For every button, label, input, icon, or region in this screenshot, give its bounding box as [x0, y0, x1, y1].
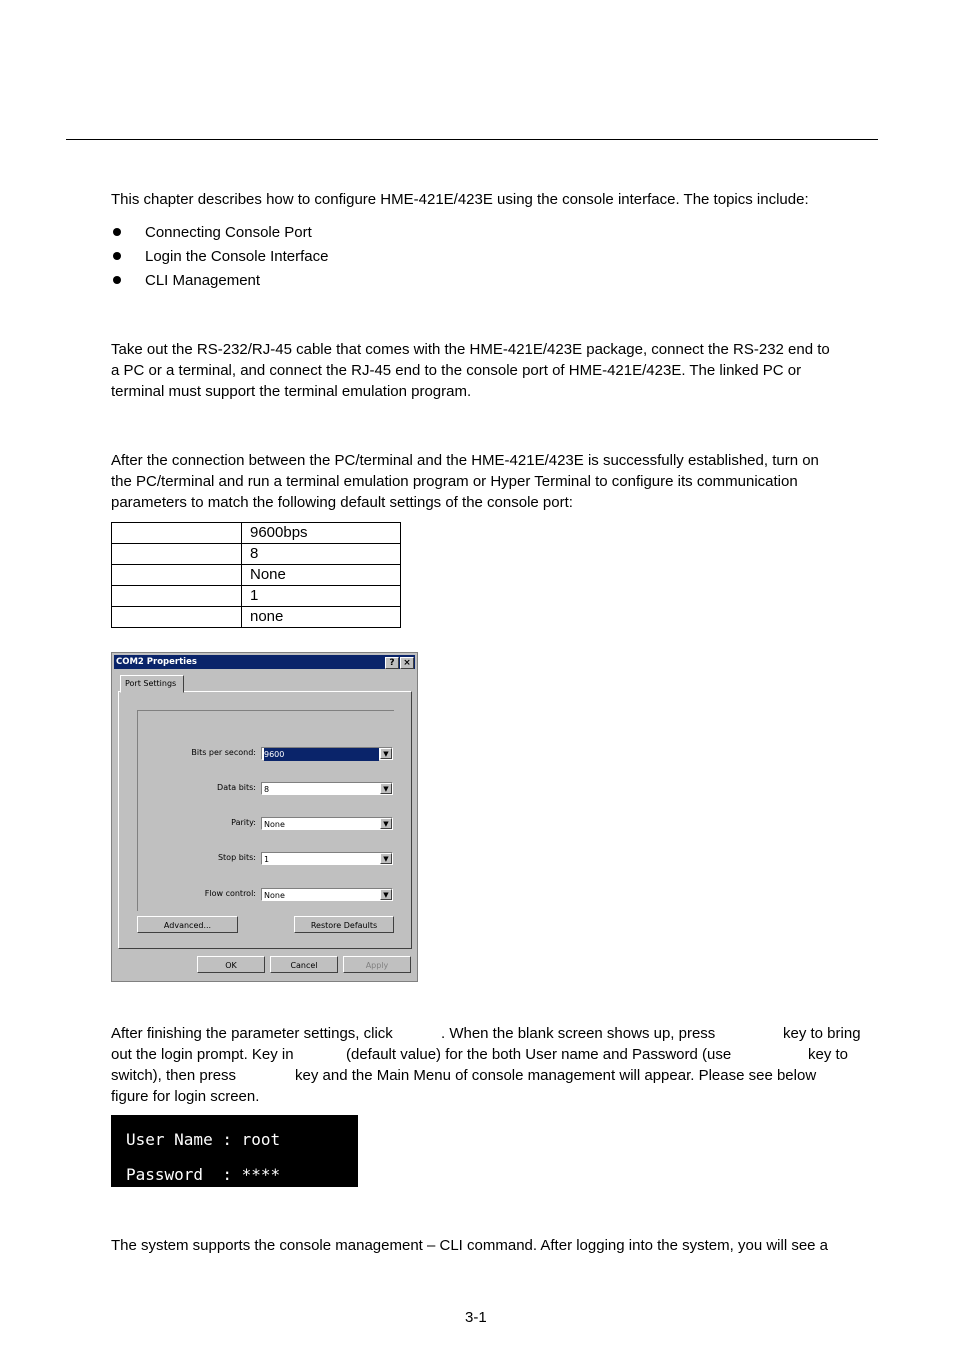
login-paragraph-line: the PC/terminal and run a terminal emula… [111, 473, 798, 490]
table-row: 8 [111, 543, 401, 565]
connect-paragraph-line: Take out the RS-232/RJ-45 cable that com… [111, 341, 830, 358]
bullet-icon [113, 276, 121, 284]
flow-control-label: Flow control: [204, 889, 256, 898]
topic-item: CLI Management [145, 272, 261, 289]
chevron-down-icon: ▼ [380, 853, 392, 864]
login-paragraph-line: parameters to match the following defaul… [111, 494, 573, 511]
cli-paragraph: The system supports the console manageme… [111, 1237, 829, 1254]
com-properties-dialog: COM2 Properties ? × Port Settings Bits p… [111, 652, 418, 982]
setting-key [111, 606, 242, 628]
bullet-icon [113, 252, 121, 260]
apply-button[interactable]: Apply [343, 956, 411, 973]
setting-value: none [241, 606, 401, 628]
after-paragraph-text: switch), then press [111, 1067, 237, 1084]
after-paragraph-text: figure for login screen. [111, 1088, 260, 1105]
password-line: Password : **** [126, 1165, 281, 1184]
help-icon[interactable]: ? [385, 657, 399, 669]
tab-port-settings[interactable]: Port Settings [120, 675, 184, 693]
after-paragraph-text: After finishing the parameter settings, … [111, 1025, 393, 1042]
topic-item: Login the Console Interface [145, 248, 329, 265]
stop-bits-select[interactable]: 1 ▼ [261, 852, 393, 865]
select-value: 9600 [264, 748, 379, 761]
tab-panel: Bits per second: 9600 ▼ Data bits: 8 ▼ Par… [118, 691, 412, 949]
stop-bits-label: Stop bits: [217, 853, 256, 862]
select-value: 8 [264, 785, 270, 794]
ok-button[interactable]: OK [197, 956, 265, 973]
document-page: This chapter describes how to configure … [0, 0, 954, 1350]
bits-per-second-select[interactable]: 9600 ▼ [261, 747, 393, 761]
select-value: 1 [264, 855, 270, 864]
table-row: 1 [111, 585, 401, 607]
login-paragraph-line: After the connection between the PC/term… [111, 452, 819, 469]
page-number: 3-1 [465, 1309, 487, 1326]
header-rule [66, 139, 878, 140]
intro-text: This chapter describes how to configure … [111, 191, 809, 208]
table-row: None [111, 564, 401, 586]
after-paragraph-text: key to bring [783, 1025, 861, 1042]
after-paragraph-text: . When the blank screen shows up, press [441, 1025, 716, 1042]
restore-defaults-button[interactable]: Restore Defaults [294, 916, 394, 933]
bullet-icon [113, 228, 121, 236]
chevron-down-icon: ▼ [380, 748, 392, 759]
login-terminal: User Name : root Password : **** [111, 1115, 358, 1187]
after-paragraph-text: key to [808, 1046, 849, 1063]
data-bits-label: Data bits: [217, 783, 256, 792]
flow-control-select[interactable]: None ▼ [261, 888, 393, 901]
username-line: User Name : root [126, 1130, 281, 1149]
connect-paragraph-line: terminal must support the terminal emula… [111, 383, 472, 400]
select-value: None [264, 820, 285, 829]
close-icon[interactable]: × [400, 657, 414, 669]
connect-paragraph-line: a PC or a terminal, and connect the RJ-4… [111, 362, 802, 379]
advanced-button[interactable]: Advanced... [137, 916, 238, 933]
setting-value: 9600bps [241, 522, 401, 544]
dialog-title-bar: COM2 Properties ? × [114, 655, 415, 669]
chevron-down-icon: ▼ [380, 783, 392, 794]
console-settings-table: 9600bps 8 None 1 none [111, 522, 401, 628]
setting-key [111, 585, 242, 607]
table-row: 9600bps [111, 522, 401, 544]
topic-item: Connecting Console Port [145, 224, 312, 241]
chevron-down-icon: ▼ [380, 889, 392, 900]
cancel-button[interactable]: Cancel [270, 956, 338, 973]
parity-select[interactable]: None ▼ [261, 817, 393, 830]
bits-per-second-label: Bits per second: [191, 748, 256, 757]
setting-value: None [241, 564, 401, 586]
select-value: None [264, 891, 285, 900]
setting-key [111, 522, 242, 544]
data-bits-select[interactable]: 8 ▼ [261, 782, 393, 795]
setting-key [111, 543, 242, 565]
after-paragraph-text: key and the Main Menu of console managem… [295, 1067, 817, 1084]
after-paragraph-text: out the login prompt. Key in [111, 1046, 294, 1063]
chevron-down-icon: ▼ [380, 818, 392, 829]
settings-group: Bits per second: 9600 ▼ Data bits: 8 ▼ Par… [137, 710, 394, 911]
after-paragraph-text: (default value) for the both User name a… [346, 1046, 732, 1063]
setting-key [111, 564, 242, 586]
parity-label: Parity: [231, 818, 256, 827]
table-row: none [111, 606, 401, 628]
setting-value: 1 [241, 585, 401, 607]
setting-value: 8 [241, 543, 401, 565]
dialog-title: COM2 Properties [116, 657, 197, 667]
